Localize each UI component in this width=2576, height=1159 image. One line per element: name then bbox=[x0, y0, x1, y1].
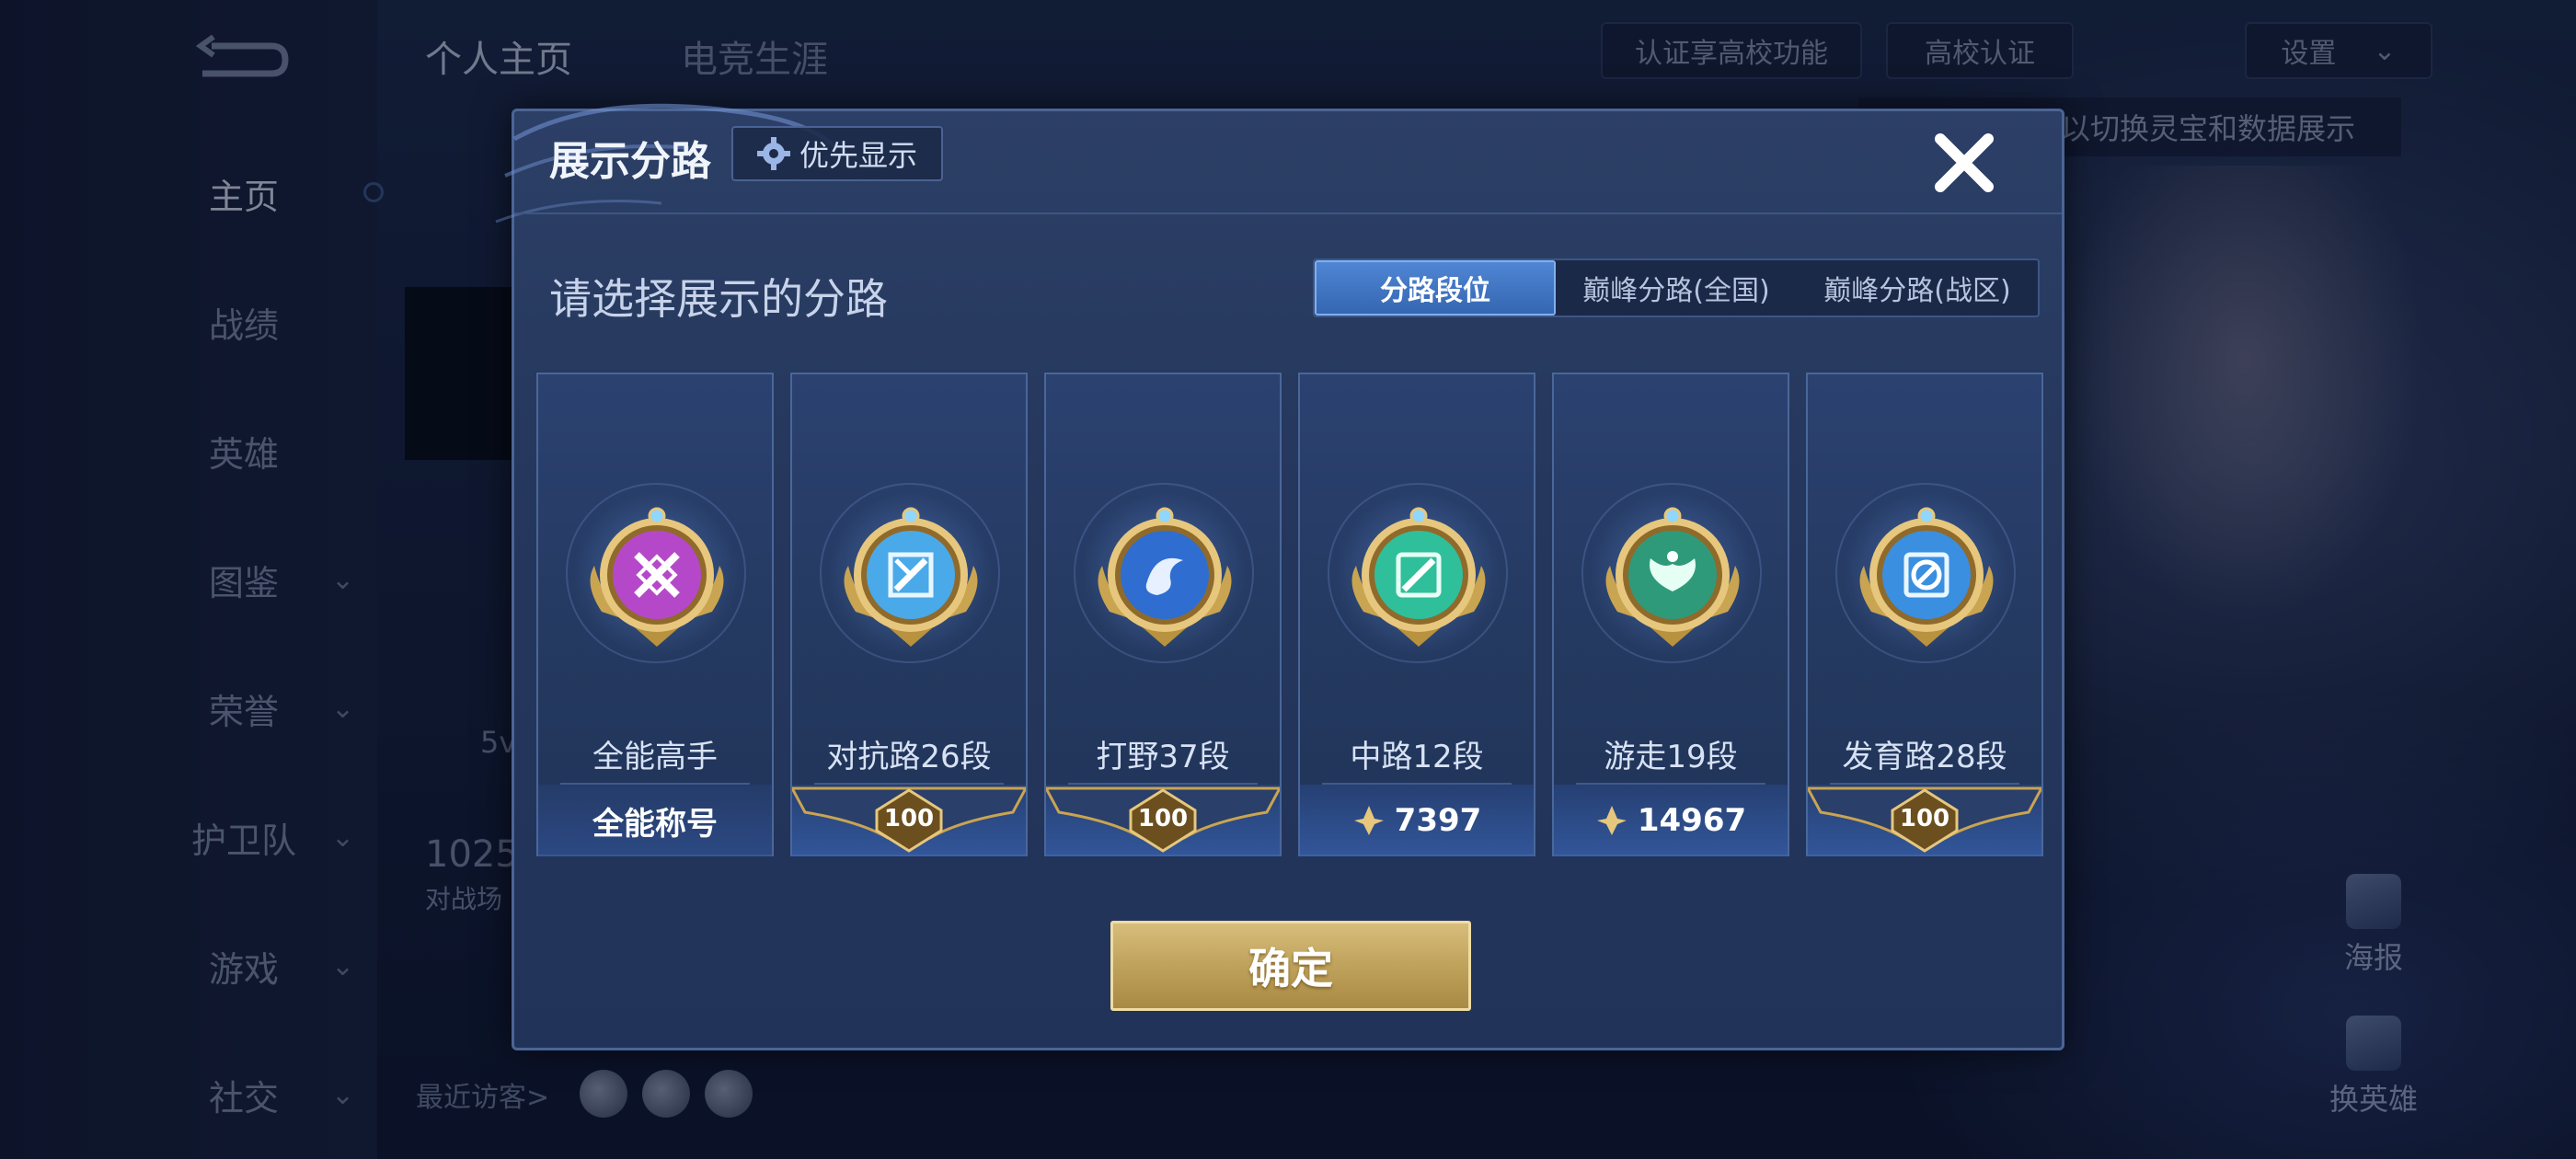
lane-card-list: 全能高手 全能称号 对抗路26段 100 打野37段 100 中路12段 7397 游走19段 1… bbox=[536, 373, 2045, 860]
rank-badge-arrow-icon bbox=[1859, 507, 1994, 647]
lane-type-tabs: 分路段位 巅峰分路(全国) 巅峰分路(战区) bbox=[1313, 258, 2040, 317]
lane-card-footer: 100 bbox=[1808, 785, 2041, 856]
lane-card-footer-value: 7397 bbox=[1394, 802, 1482, 839]
lane-card-footer: 全能称号 bbox=[538, 785, 772, 856]
lane-card-name: 打野37段 bbox=[1096, 739, 1230, 775]
lane-card-name: 全能高手 bbox=[592, 739, 718, 775]
lane-card-footer: 7397 bbox=[1300, 785, 1534, 856]
lane-card[interactable]: 打野37段 100 bbox=[1044, 373, 1282, 856]
lane-card[interactable]: 中路12段 7397 bbox=[1298, 373, 1535, 856]
rank-badge-wand-icon bbox=[1351, 507, 1486, 647]
tab-peak-national[interactable]: 巅峰分路(全国) bbox=[1556, 260, 1797, 316]
peak-score-icon bbox=[1596, 806, 1627, 835]
tab-lane-rank[interactable]: 分路段位 bbox=[1315, 260, 1556, 316]
lane-card-name: 中路12段 bbox=[1350, 739, 1484, 775]
lane-card-name: 发育路28段 bbox=[1842, 739, 2007, 775]
confirm-button[interactable]: 确定 bbox=[1110, 921, 1471, 1011]
lane-card-footer-value: 100 bbox=[883, 805, 935, 832]
dialog-subtitle: 请选择展示的分路 bbox=[549, 274, 888, 324]
lane-card[interactable]: 发育路28段 100 bbox=[1806, 373, 2043, 856]
lane-card-name: 游走19段 bbox=[1604, 739, 1738, 775]
priority-display-button[interactable]: 优先显示 bbox=[731, 126, 943, 181]
lane-card[interactable]: 游走19段 14967 bbox=[1552, 373, 1789, 856]
lane-card-footer: 14967 bbox=[1554, 785, 1788, 856]
close-icon[interactable] bbox=[1927, 126, 2001, 200]
dialog-title: 展示分路 bbox=[549, 138, 711, 185]
lane-card-footer-value: 14967 bbox=[1637, 802, 1747, 839]
rank-badge-dragon-icon bbox=[1098, 507, 1232, 647]
lane-card-footer-value: 100 bbox=[1899, 805, 1950, 832]
confirm-label: 确定 bbox=[1248, 944, 1333, 993]
display-lane-dialog: 展示分路 优先显示 请选择展示的分路 分路段位 巅峰分路(全国) 巅峰分路(战区… bbox=[495, 103, 2064, 1050]
gear-icon bbox=[756, 137, 790, 170]
priority-display-label: 优先显示 bbox=[799, 138, 917, 173]
rank-badge-sword-icon bbox=[844, 507, 978, 647]
rank-badge-wings-icon bbox=[1605, 507, 1740, 647]
tab-peak-region[interactable]: 巅峰分路(战区) bbox=[1797, 260, 2038, 316]
rank-badge-cross-icon bbox=[590, 507, 724, 647]
lane-card-name: 对抗路26段 bbox=[826, 739, 992, 775]
dialog-header: 展示分路 优先显示 bbox=[514, 111, 2062, 214]
lane-card[interactable]: 对抗路26段 100 bbox=[790, 373, 1028, 856]
lane-card[interactable]: 全能高手 全能称号 bbox=[536, 373, 774, 856]
lane-card-footer: 100 bbox=[1046, 785, 1280, 856]
lane-card-footer-value: 100 bbox=[1137, 805, 1189, 832]
game-screen: 主页 战绩 英雄 图鉴 ⌄ 荣誉 ⌄ 护卫队 ⌄ 游戏 ⌄ 社交 ⌄ 个人主页 电竞生涯 认证享高校功能… bbox=[0, 0, 2576, 1159]
lane-card-footer-value: 全能称号 bbox=[592, 805, 718, 843]
lane-card-footer: 100 bbox=[792, 785, 1026, 856]
peak-score-icon bbox=[1353, 806, 1384, 835]
